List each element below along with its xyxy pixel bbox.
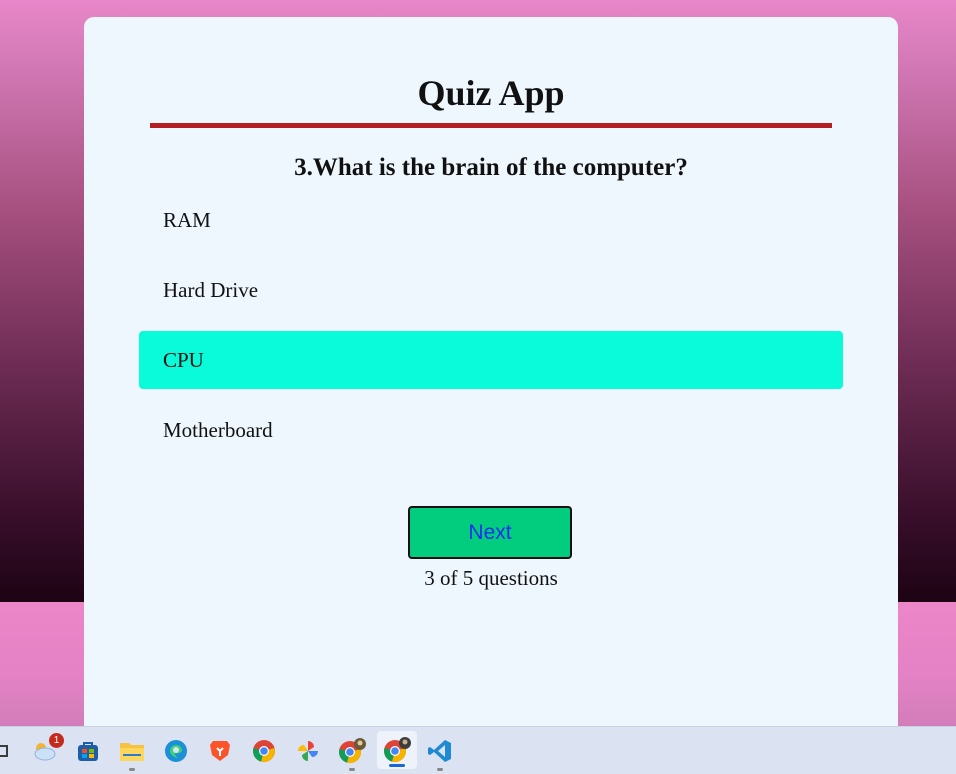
window-snip-icon[interactable]	[0, 737, 14, 765]
chrome-profile-active-icon[interactable]	[377, 731, 417, 769]
question-text: 3.What is the brain of the computer?	[294, 154, 688, 181]
file-explorer-icon[interactable]	[118, 737, 146, 771]
edge-icon[interactable]	[162, 737, 190, 765]
brave-icon[interactable]	[206, 737, 234, 765]
photos-icon[interactable]	[294, 737, 322, 765]
taskbar: 1	[0, 726, 956, 774]
answer-option-ram[interactable]: RAM	[139, 191, 843, 249]
next-button[interactable]: Next	[408, 506, 572, 559]
page-title: Quiz App	[417, 73, 565, 113]
running-indicator	[349, 768, 355, 771]
running-indicator	[129, 768, 135, 771]
title-divider	[150, 123, 832, 128]
notification-badge: 1	[49, 733, 64, 748]
active-indicator	[389, 764, 405, 767]
vscode-icon[interactable]	[426, 737, 454, 771]
weather-icon[interactable]: 1	[30, 733, 64, 765]
store-icon[interactable]	[74, 737, 102, 765]
chrome-profile-icon[interactable]	[338, 737, 366, 771]
answer-option-hard-drive[interactable]: Hard Drive	[139, 261, 843, 319]
quiz-card: Quiz App 3.What is the brain of the comp…	[84, 17, 898, 737]
answer-list: RAM Hard Drive CPU Motherboard	[139, 191, 843, 471]
answer-option-motherboard[interactable]: Motherboard	[139, 401, 843, 459]
progress-text: 3 of 5 questions	[424, 566, 558, 590]
answer-option-cpu[interactable]: CPU	[139, 331, 843, 389]
running-indicator	[437, 768, 443, 771]
chrome-icon[interactable]	[250, 737, 278, 765]
